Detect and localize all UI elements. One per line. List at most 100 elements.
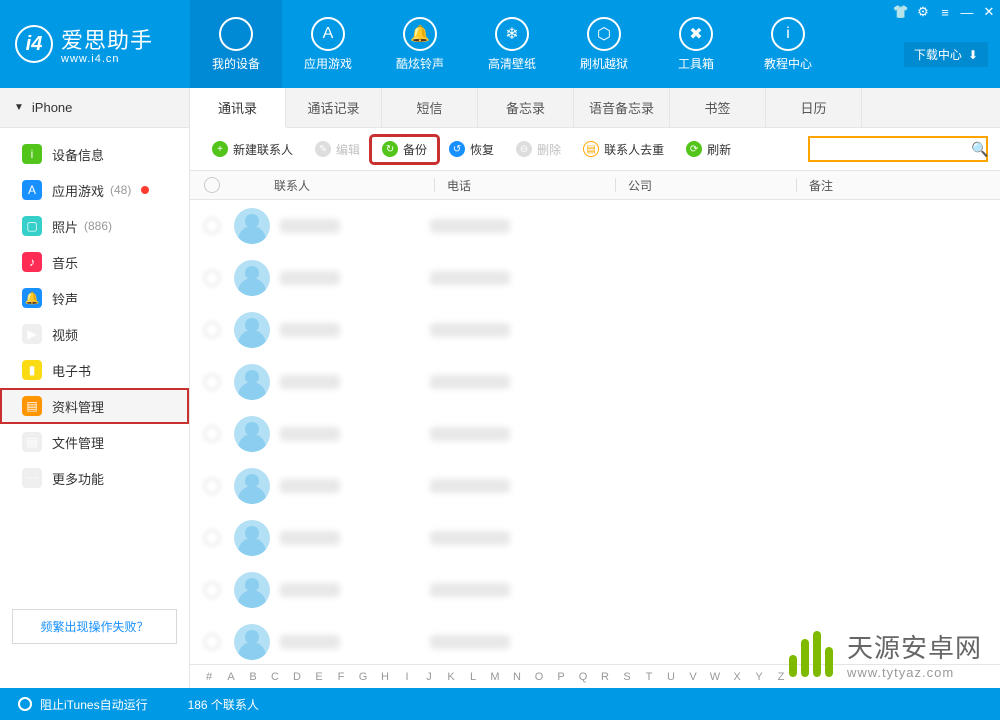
- gear-icon[interactable]: ⚙: [912, 0, 934, 24]
- alpha-letter[interactable]: E: [310, 671, 328, 683]
- search-box[interactable]: 🔍: [808, 136, 988, 162]
- alpha-letter[interactable]: P: [552, 671, 570, 683]
- alpha-letter[interactable]: X: [728, 671, 746, 683]
- select-all-checkbox[interactable]: [204, 177, 220, 193]
- alpha-letter[interactable]: B: [244, 671, 262, 683]
- table-row[interactable]: [190, 512, 1000, 564]
- sidebar-item[interactable]: i设备信息: [0, 136, 189, 172]
- alpha-letter[interactable]: K: [442, 671, 460, 683]
- row-checkbox[interactable]: [204, 478, 220, 494]
- alpha-letter[interactable]: Z: [772, 671, 790, 683]
- sidebar-item[interactable]: ♪音乐: [0, 244, 189, 280]
- row-checkbox[interactable]: [204, 582, 220, 598]
- theme-icon[interactable]: 👕: [890, 0, 912, 24]
- sidebar-item[interactable]: ⋯更多功能: [0, 460, 189, 496]
- table-row[interactable]: [190, 408, 1000, 460]
- alpha-letter[interactable]: H: [376, 671, 394, 683]
- row-checkbox[interactable]: [204, 530, 220, 546]
- delete-button[interactable]: ⊖ 删除: [506, 137, 571, 162]
- alpha-letter[interactable]: J: [420, 671, 438, 683]
- avatar-icon: [234, 416, 270, 452]
- sub-tab[interactable]: 备忘录: [478, 88, 574, 127]
- nav-label: 高清壁纸: [488, 55, 536, 72]
- help-link[interactable]: 频繁出现操作失败？: [12, 609, 177, 644]
- th-contact[interactable]: 联系人: [234, 177, 434, 194]
- table-row[interactable]: [190, 460, 1000, 512]
- row-checkbox[interactable]: [204, 426, 220, 442]
- search-input[interactable]: [816, 142, 971, 156]
- alpha-letter[interactable]: A: [222, 671, 240, 683]
- table-row[interactable]: [190, 564, 1000, 616]
- sidebar-item[interactable]: ▶视频: [0, 316, 189, 352]
- search-icon[interactable]: 🔍: [971, 141, 988, 158]
- refresh-button[interactable]: ⟳ 刷新: [676, 137, 741, 162]
- sidebar-item[interactable]: 🔔铃声: [0, 280, 189, 316]
- edit-button[interactable]: ✎ 编辑: [305, 137, 370, 162]
- alpha-letter[interactable]: L: [464, 671, 482, 683]
- sub-tab[interactable]: 短信: [382, 88, 478, 127]
- itunes-block-toggle[interactable]: 阻止iTunes自动运行: [0, 696, 148, 713]
- sidebar-item[interactable]: ▤资料管理: [0, 388, 189, 424]
- sidebar-label: 文件管理: [52, 433, 104, 452]
- th-phone[interactable]: 电话: [435, 177, 615, 194]
- close-button[interactable]: ✕: [978, 0, 1000, 24]
- alpha-letter[interactable]: I: [398, 671, 416, 683]
- alpha-letter[interactable]: N: [508, 671, 526, 683]
- alpha-letter[interactable]: W: [706, 671, 724, 683]
- top-nav-item[interactable]: 🔔酷炫铃声: [374, 0, 466, 88]
- top-nav-item[interactable]: A应用游戏: [282, 0, 374, 88]
- table-row[interactable]: [190, 304, 1000, 356]
- alpha-letter[interactable]: #: [200, 671, 218, 683]
- th-company[interactable]: 公司: [616, 177, 796, 194]
- device-header[interactable]: ▼ iPhone: [0, 88, 189, 128]
- avatar-icon: [234, 624, 270, 660]
- sidebar-item[interactable]: ▢照片(886): [0, 208, 189, 244]
- th-notes[interactable]: 备注: [797, 177, 1000, 194]
- alpha-letter[interactable]: S: [618, 671, 636, 683]
- menu-icon[interactable]: ≡: [934, 0, 956, 24]
- sidebar-item[interactable]: ▮电子书: [0, 352, 189, 388]
- row-checkbox[interactable]: [204, 218, 220, 234]
- dedupe-button[interactable]: ▤ 联系人去重: [573, 137, 674, 162]
- alpha-letter[interactable]: M: [486, 671, 504, 683]
- refresh-icon: ⟳: [686, 141, 702, 157]
- alpha-letter[interactable]: R: [596, 671, 614, 683]
- edit-icon: ✎: [315, 141, 331, 157]
- alpha-letter[interactable]: C: [266, 671, 284, 683]
- backup-button[interactable]: ↻ 备份: [372, 137, 437, 162]
- row-checkbox[interactable]: [204, 322, 220, 338]
- sub-tab[interactable]: 语音备忘录: [574, 88, 670, 127]
- sub-tab[interactable]: 书签: [670, 88, 766, 127]
- table-row[interactable]: [190, 356, 1000, 408]
- sidebar-item[interactable]: A应用游戏(48): [0, 172, 189, 208]
- download-icon: ⬇: [968, 48, 978, 62]
- download-center-button[interactable]: 下载中心 ⬇: [904, 42, 988, 67]
- top-nav-item[interactable]: ❄高清壁纸: [466, 0, 558, 88]
- sidebar-item[interactable]: ▤文件管理: [0, 424, 189, 460]
- row-checkbox[interactable]: [204, 634, 220, 650]
- new-contact-button[interactable]: + 新建联系人: [202, 137, 303, 162]
- alpha-letter[interactable]: T: [640, 671, 658, 683]
- alpha-letter[interactable]: Q: [574, 671, 592, 683]
- row-checkbox[interactable]: [204, 374, 220, 390]
- top-nav-item[interactable]: ✖工具箱: [650, 0, 742, 88]
- top-nav-item[interactable]: 我的设备: [190, 0, 282, 88]
- alpha-letter[interactable]: G: [354, 671, 372, 683]
- sub-tab[interactable]: 通话记录: [286, 88, 382, 127]
- sub-tab[interactable]: 通讯录: [190, 88, 286, 128]
- table-row[interactable]: [190, 252, 1000, 304]
- table-row[interactable]: [190, 200, 1000, 252]
- table-body[interactable]: [190, 200, 1000, 664]
- row-checkbox[interactable]: [204, 270, 220, 286]
- alpha-letter[interactable]: Y: [750, 671, 768, 683]
- sub-tab[interactable]: 日历: [766, 88, 862, 127]
- alpha-letter[interactable]: F: [332, 671, 350, 683]
- alpha-letter[interactable]: V: [684, 671, 702, 683]
- minimize-button[interactable]: —: [956, 0, 978, 24]
- top-nav-item[interactable]: i教程中心: [742, 0, 834, 88]
- alpha-letter[interactable]: O: [530, 671, 548, 683]
- top-nav-item[interactable]: ⬡刷机越狱: [558, 0, 650, 88]
- restore-button[interactable]: ↺ 恢复: [439, 137, 504, 162]
- alpha-letter[interactable]: D: [288, 671, 306, 683]
- alpha-letter[interactable]: U: [662, 671, 680, 683]
